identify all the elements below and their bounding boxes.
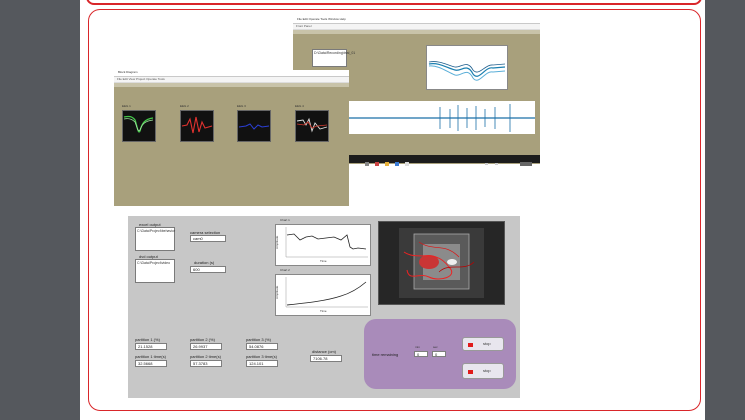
chart2-ylabel: Amplitude <box>275 285 279 299</box>
excel-output-path[interactable]: C:\Data\Project\behavior <box>135 227 175 251</box>
stop-button-2[interactable]: stop <box>462 363 504 379</box>
duration-label: duration (s) <box>194 260 215 265</box>
partition1-time-value: 32.5668 <box>135 360 167 367</box>
sec-field: 0 <box>432 351 446 357</box>
sec-label: sec <box>433 345 438 349</box>
chart1: Amplitude Time <box>275 224 371 266</box>
partition3-value: 54.0876 <box>246 343 278 350</box>
min-label: min <box>415 345 420 349</box>
partition3-label: partition 3 (%) <box>246 337 271 342</box>
partition2-time-label: partition 2 time(s) <box>190 354 221 359</box>
graph-label-3: EEG 3 <box>237 104 246 108</box>
duration-input[interactable]: 600 <box>190 266 226 273</box>
partition1-label: partition 1 (%) <box>135 337 160 342</box>
graph-label-2: EEG 2 <box>180 104 189 108</box>
partition1-time-label: partition 1 time(s) <box>135 354 166 359</box>
eeg-graph-2 <box>180 110 214 142</box>
average-waveform-graph <box>426 45 508 90</box>
window-tabstrip[interactable] <box>293 30 540 34</box>
camera-image <box>378 221 505 305</box>
eeg-graph-3 <box>237 110 271 142</box>
window-tabstrip[interactable] <box>114 83 349 87</box>
chart1-ylabel: Amplitude <box>275 235 279 249</box>
window-titlebar: File Edit Operate Tools Window Help <box>293 17 540 24</box>
partition2-value: 26.9937 <box>190 343 222 350</box>
timer-cluster: time remaining min sec 0 0 stop stop <box>364 319 516 389</box>
stop-led-icon <box>468 370 473 374</box>
stop-button-label: stop <box>483 368 491 373</box>
file-path-list[interactable]: D:\Data\Recording\trial_01 <box>312 49 355 67</box>
chart2: Amplitude Time <box>275 274 371 316</box>
distance-label: distance (cm) <box>312 349 337 354</box>
partition3-time-label: partition 3 time(s) <box>246 354 277 359</box>
graph-label-4: EEG 4 <box>295 104 304 108</box>
stop-button[interactable]: stop <box>462 337 504 351</box>
left-labview-window: Block Diagram File Edit View Project Ope… <box>114 70 349 206</box>
dvd-output-path[interactable]: C:\Data\Project\video <box>135 259 175 283</box>
main-front-panel: excel output C:\Data\Project\behavior ca… <box>128 216 520 398</box>
trace-plot <box>345 104 535 132</box>
partition2-label: partition 2 (%) <box>190 337 215 342</box>
partition1-value: 21.1528 <box>135 343 167 350</box>
presentation-slide: File Edit Operate Tools Window Help Fron… <box>80 0 705 420</box>
graph-label-1: EEG 1 <box>122 104 131 108</box>
window-titlebar: Block Diagram <box>114 70 349 77</box>
camera-scene <box>379 222 504 304</box>
distance-value: 7106.78 <box>310 355 342 362</box>
min-field: 0 <box>414 351 428 357</box>
chart1-xlabel: Time <box>320 259 327 263</box>
chart2-xlabel: Time <box>320 309 327 313</box>
windows-taskbar <box>345 155 540 166</box>
stop-button-label: stop <box>483 341 491 346</box>
waveform-plot <box>428 61 506 81</box>
chart2-title: Chart 2 <box>280 268 290 272</box>
eeg-graph-4 <box>295 110 329 142</box>
partition2-time-value: 57.3783 <box>190 360 222 367</box>
partition3-time-value: 124.101 <box>246 360 278 367</box>
eeg-graph-1 <box>122 110 156 142</box>
trace-strip <box>345 101 535 134</box>
time-remaining-label: time remaining <box>372 352 399 357</box>
chart1-title: Chart 1 <box>280 218 290 222</box>
slide-top-border <box>86 0 702 5</box>
stop-led-icon <box>468 343 473 347</box>
camera-selection-dropdown[interactable]: cam0 <box>190 235 226 242</box>
